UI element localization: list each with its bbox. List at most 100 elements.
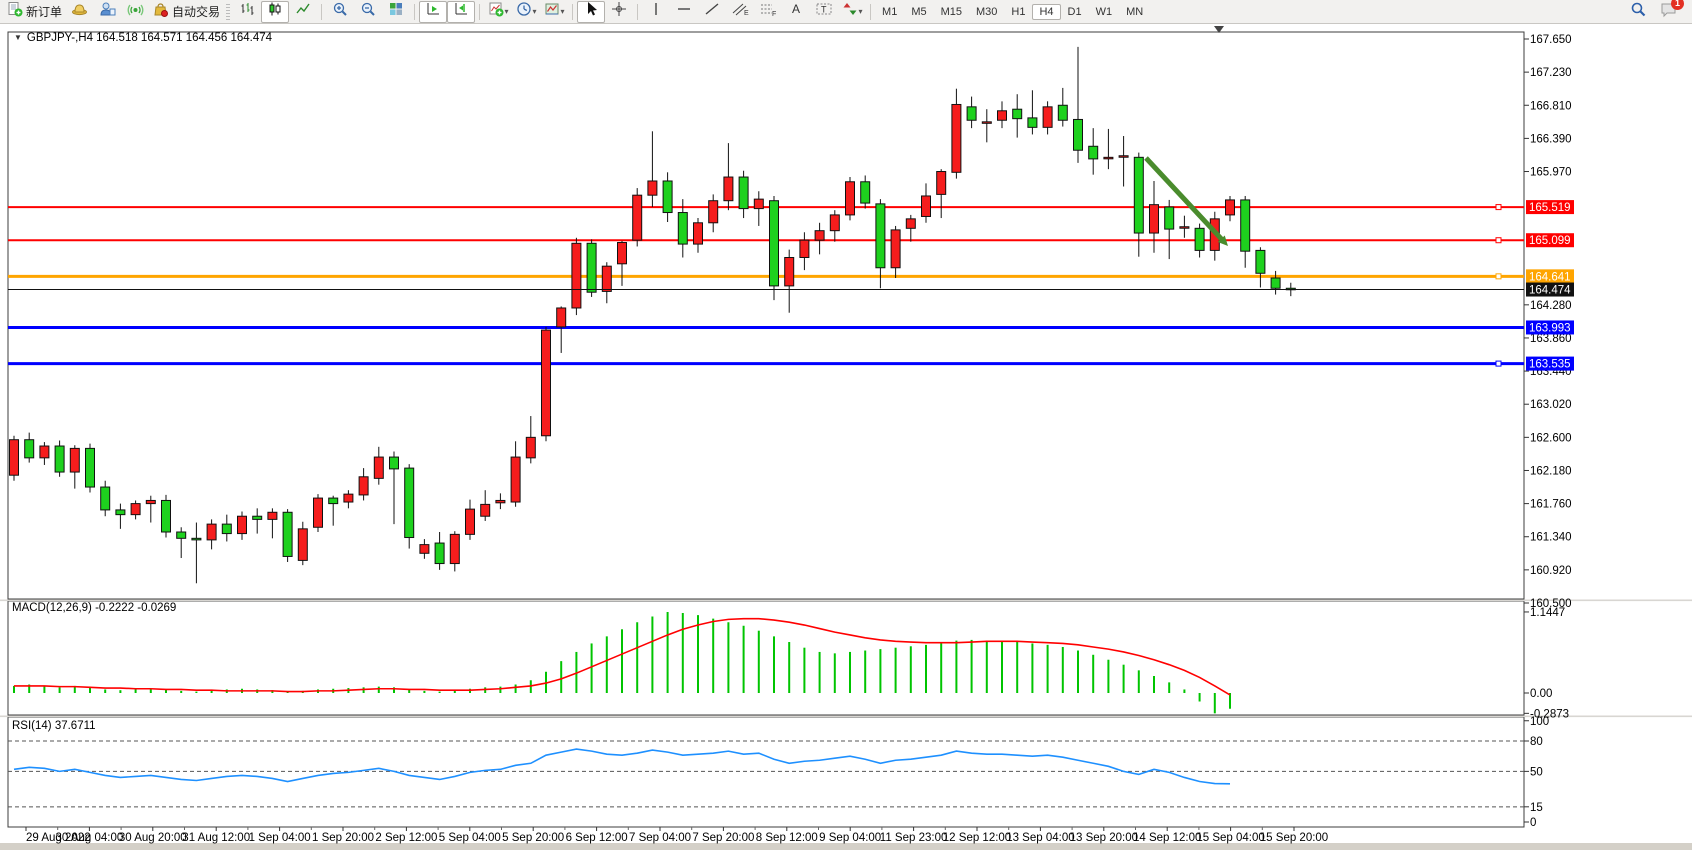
timeframe-button-mn[interactable]: MN [1119, 4, 1150, 20]
ohlc-toggle-icon[interactable]: ▼ [14, 33, 22, 42]
rsi-tick-label: 15 [1530, 802, 1543, 814]
tile-windows-button[interactable] [382, 1, 410, 23]
rsi-panel[interactable] [8, 717, 1524, 827]
cursor-button[interactable] [577, 1, 605, 23]
candle-body [633, 195, 642, 240]
zoom-out-button[interactable] [354, 1, 382, 23]
auto-trading-button[interactable]: 自动交易 [149, 1, 223, 23]
main-panel[interactable] [8, 32, 1524, 599]
periods-button[interactable]: ▾ [512, 1, 540, 23]
profile-button[interactable] [93, 1, 121, 23]
chart-shift-button[interactable] [447, 1, 475, 23]
horizontal-line-icon [676, 1, 692, 22]
arrows-shapes-icon [842, 1, 858, 22]
timeframe-button-h1[interactable]: H1 [1004, 4, 1032, 20]
candle-body [1150, 205, 1159, 233]
hline-handle[interactable] [1496, 238, 1501, 243]
timeframe-button-d1[interactable]: D1 [1061, 4, 1089, 20]
candle-body [253, 516, 262, 519]
time-axis-label: 11 Sep 23:00 [880, 832, 948, 844]
time-axis-label: 15 Sep 20:00 [1260, 832, 1328, 844]
candle-body [298, 529, 307, 561]
horizontal-line-button[interactable] [670, 1, 698, 23]
candle-body [1165, 207, 1174, 229]
indicators-button[interactable]: ▾ [484, 1, 512, 23]
fibonacci-icon: F [759, 1, 777, 22]
candle-body [162, 500, 171, 532]
candle-body [314, 498, 323, 527]
candlestick-chart-icon [267, 1, 283, 22]
chart-title[interactable]: ▼GBPJPY-,H4 164.518 164.571 164.456 164.… [14, 32, 272, 44]
cursor-icon [584, 1, 598, 22]
notifications-button[interactable]: 1 [1660, 1, 1678, 23]
crosshair-button[interactable] [605, 1, 633, 23]
candle-body [815, 231, 824, 240]
candlestick-chart-button[interactable] [261, 1, 289, 23]
hline-handle[interactable] [1496, 274, 1501, 279]
candle-body [648, 181, 657, 195]
text-button[interactable]: A [782, 1, 810, 23]
time-axis-label: 13 Sep 04:00 [1006, 832, 1074, 844]
time-axis-label: 7 Sep 04:00 [629, 832, 691, 844]
rsi-indicator-label: RSI(14) 37.6711 [12, 720, 96, 732]
candle-body [709, 201, 718, 223]
templates-button[interactable]: ▾ [540, 1, 568, 23]
search-button[interactable] [1624, 1, 1652, 23]
price-tick-label: 165.970 [1530, 167, 1572, 179]
fibonacci-button[interactable]: F [754, 1, 782, 23]
candle-body [1180, 227, 1189, 229]
auto-scroll-button[interactable] [419, 1, 447, 23]
panel-separator[interactable] [0, 600, 1692, 602]
text-label-button[interactable]: T [810, 1, 838, 23]
timeframe-button-m1[interactable]: M1 [875, 4, 904, 20]
candle-body [344, 494, 353, 502]
price-tick-label: 167.650 [1530, 34, 1572, 46]
clock-icon [516, 1, 532, 22]
timeframe-button-w1[interactable]: W1 [1089, 4, 1120, 20]
timeframe-button-h4[interactable]: H4 [1032, 4, 1060, 20]
chevron-down-icon: ▾ [859, 7, 863, 16]
candle-body [678, 213, 687, 245]
hline-handle[interactable] [1496, 205, 1501, 210]
zoom-in-button[interactable] [326, 1, 354, 23]
line-chart-button[interactable] [289, 1, 317, 23]
vertical-line-button[interactable] [642, 1, 670, 23]
candle-body [1195, 228, 1204, 250]
candle-body [1241, 200, 1250, 251]
toolbar-separator [572, 4, 573, 20]
new-order-button[interactable]: 新订单 [4, 1, 65, 23]
current-price-badge-label: 164.474 [1529, 285, 1571, 297]
panel-separator[interactable] [0, 716, 1692, 718]
equidistant-channel-button[interactable]: E [726, 1, 754, 23]
signals-button[interactable] [121, 1, 149, 23]
candle-body [116, 510, 125, 515]
candle-body [770, 201, 779, 286]
rsi-tick-label: 100 [1530, 716, 1549, 728]
candle-body [663, 181, 672, 213]
svg-text:F: F [772, 11, 776, 17]
chart-canvas[interactable]: 167.650167.230166.810166.390165.970164.2… [0, 24, 1692, 850]
price-line-badge-label: 165.099 [1529, 235, 1571, 247]
timeframe-button-m5[interactable]: M5 [904, 4, 933, 20]
hline-handle[interactable] [1496, 361, 1501, 366]
candle-body [587, 243, 596, 292]
bar-chart-button[interactable] [233, 1, 261, 23]
hat-button[interactable] [65, 1, 93, 23]
text-icon: A [789, 1, 803, 22]
candle-body [238, 516, 247, 533]
candle-body [1043, 107, 1052, 128]
rsi-tick-label: 0 [1530, 817, 1536, 829]
candle-body [922, 196, 931, 217]
candle-body [800, 240, 809, 257]
templates-icon [544, 1, 560, 22]
time-axis-label: 6 Sep 12:00 [566, 832, 628, 844]
timeframe-button-m30[interactable]: M30 [969, 4, 1004, 20]
macd-panel[interactable] [8, 601, 1524, 715]
macd-indicator-label: MACD(12,26,9) -0.2222 -0.0269 [12, 602, 176, 614]
price-tick-label: 163.020 [1530, 399, 1572, 411]
timeframe-button-m15[interactable]: M15 [934, 4, 969, 20]
shapes-button[interactable]: ▾ [838, 1, 866, 23]
time-axis-label: 2 Sep 12:00 [375, 832, 437, 844]
candle-body [967, 107, 976, 120]
trendline-button[interactable] [698, 1, 726, 23]
